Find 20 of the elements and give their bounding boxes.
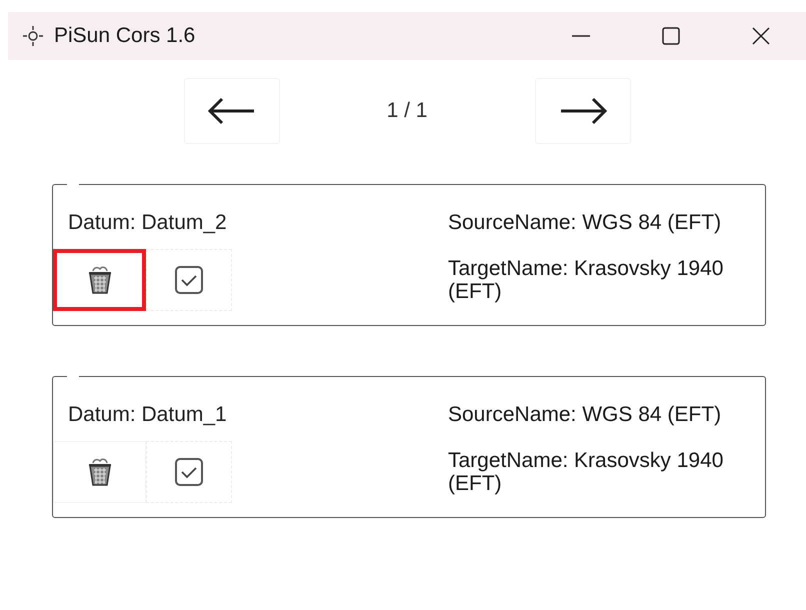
minimize-icon: [572, 35, 590, 37]
confirm-button[interactable]: [146, 249, 232, 311]
next-button[interactable]: [534, 78, 630, 144]
confirm-button[interactable]: [146, 441, 232, 503]
page-indicator: 1 / 1: [386, 99, 428, 123]
left-arrow-icon: [206, 96, 256, 126]
datum-label: Datum: Datum_2: [68, 211, 228, 235]
datum-label: Datum: Datum_1: [68, 403, 228, 427]
source-name: SourceName: WGS 84 (EFT): [448, 211, 722, 235]
checkbox-icon: [174, 265, 204, 295]
source-name: SourceName: WGS 84 (EFT): [448, 403, 722, 427]
delete-button[interactable]: [53, 249, 146, 311]
maximize-icon: [660, 25, 682, 47]
target-name: TargetName: Krasovsky 1940 (EFT): [448, 257, 724, 303]
crosshair-icon: [22, 25, 44, 47]
close-icon: [750, 25, 772, 47]
previous-button[interactable]: [184, 78, 280, 144]
checkbox-icon: [174, 457, 204, 487]
window-title: PiSun Cors 1.6: [54, 24, 196, 48]
target-name: TargetName: Krasovsky 1940 (EFT): [448, 449, 724, 495]
